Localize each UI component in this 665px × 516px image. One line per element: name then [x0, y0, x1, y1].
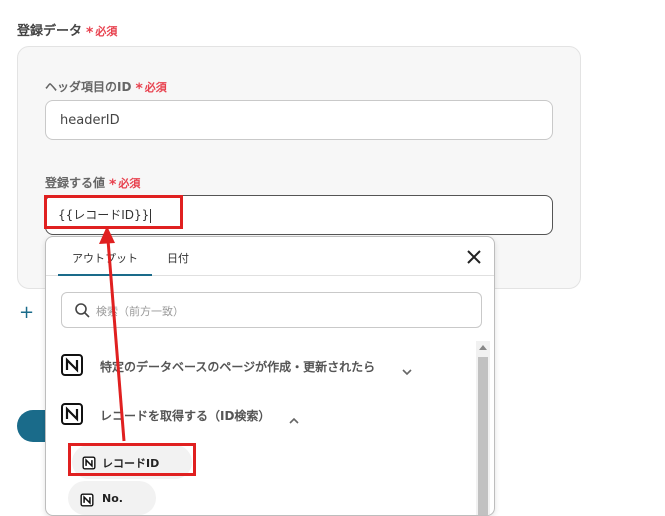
highlight-arrow: [99, 226, 126, 442]
